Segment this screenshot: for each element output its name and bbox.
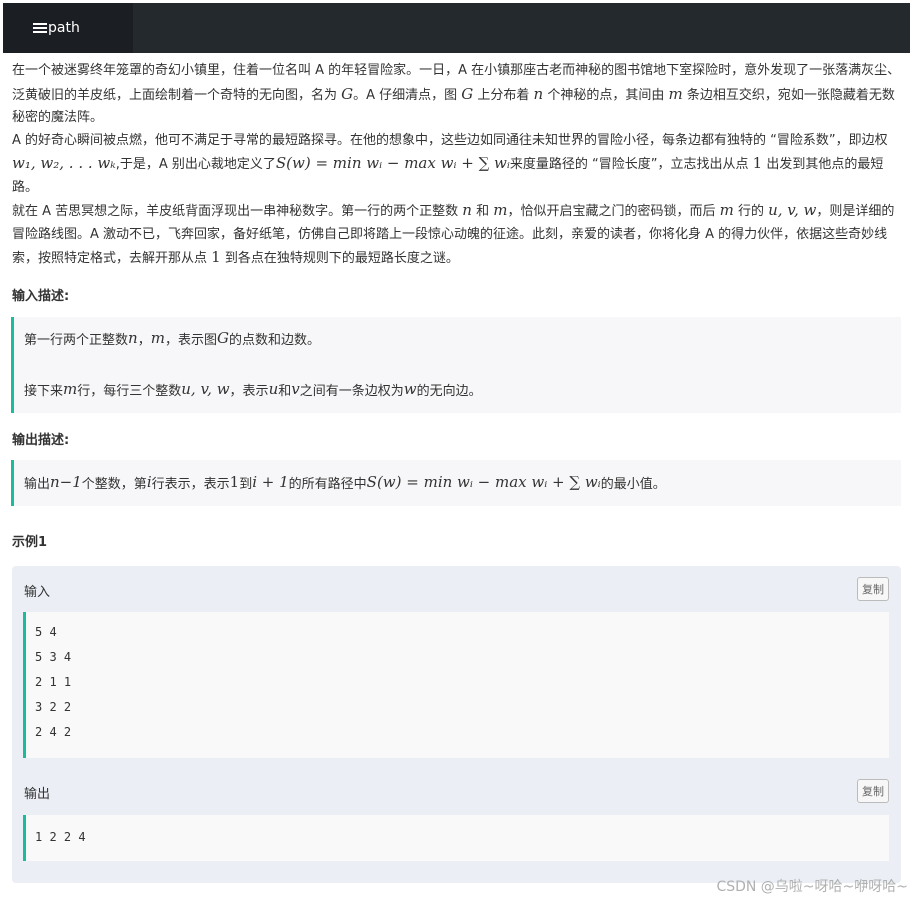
example-input-code: 5 4 5 3 4 2 1 1 3 2 2 2 4 2 (23, 612, 889, 758)
description-paragraph-3: 就在 A 苦思冥想之际，羊皮纸背面浮现出一串神秘数字。第一行的两个正整数 n 和… (12, 201, 895, 266)
input-description-title: 输入描述: (12, 289, 70, 304)
list-icon (33, 23, 47, 33)
code-line: 5 4 (35, 625, 57, 639)
example-output-label: 输出 (24, 787, 51, 802)
code-line: 5 3 4 (35, 650, 72, 664)
copy-output-button[interactable]: 复制 (857, 779, 889, 803)
description-paragraph-1: 在一个被迷雾终年笼罩的奇幻小镇里，住着一位名叫 A 的年轻冒险家。一日，A 在小… (12, 63, 901, 125)
copy-input-button[interactable]: 复制 (857, 577, 889, 601)
code-line: 3 2 2 (35, 700, 72, 714)
input-line-1: 第一行两个正整数 n， m ，表示图 G 的点数和边数。 (24, 329, 320, 348)
output-description-title: 输出描述: (12, 433, 70, 448)
problem-description: 在一个被迷雾终年笼罩的奇幻小镇里，住着一位名叫 A 的年轻冒险家。一日，A 在小… (12, 60, 902, 271)
input-description-block: 第一行两个正整数 n， m ，表示图 G 的点数和边数。 接下来 m 行，每行三个整… (11, 317, 901, 413)
description-paragraph-2: A 的好奇心瞬间被点燃，他可不满足于寻常的最短路探寻。在他的想象中，这些边如同通… (12, 132, 888, 195)
tab-label: path (48, 20, 80, 36)
top-bar: path (3, 3, 910, 53)
output-description-block: 输出 n−1 个整数，第 i 行表示，表示 1 到 i + 1 的所有路径中 S… (11, 460, 901, 506)
input-line-2: 接下来 m 行，每行三个整数 u, v, w ，表示 u 和 v 之间有一条边权为… (24, 380, 482, 399)
tab-path[interactable]: path (3, 3, 133, 53)
watermark: CSDN @乌啦~呀哈~咿呀哈~ (716, 879, 908, 895)
example-box: 输入 复制 5 4 5 3 4 2 1 1 3 2 2 2 4 2 输出 复制 … (12, 566, 901, 883)
code-line: 1 2 2 4 (35, 830, 86, 844)
output-line: 输出 n−1 个整数，第 i 行表示，表示 1 到 i + 1 的所有路径中 S… (24, 473, 666, 492)
code-line: 2 4 2 (35, 725, 72, 739)
example-title: 示例1 (12, 535, 48, 550)
code-line: 2 1 1 (35, 675, 72, 689)
example-output-code: 1 2 2 4 (23, 815, 889, 861)
example-input-label: 输入 (24, 585, 51, 600)
